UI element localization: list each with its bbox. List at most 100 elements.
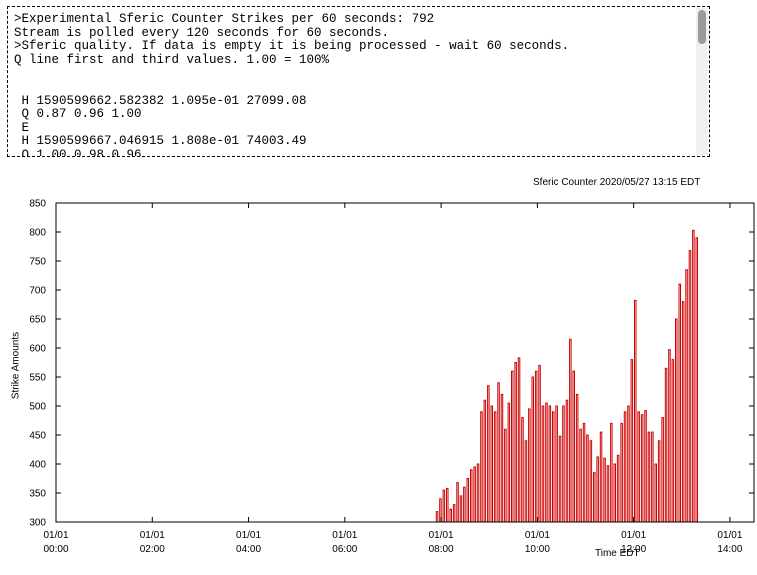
bar: [483, 399, 487, 523]
bar: [555, 405, 558, 523]
bar: [637, 411, 640, 523]
bar: [439, 498, 442, 523]
bar: [456, 482, 459, 523]
bar: [463, 486, 466, 523]
bar: [452, 504, 456, 523]
y-axis-label: Strike Amounts: [10, 331, 22, 400]
bar: [538, 364, 541, 523]
bar: [678, 283, 681, 523]
bar: [654, 463, 657, 523]
x-tick-label-time: 06:00: [332, 544, 357, 555]
bar: [596, 456, 599, 523]
x-tick-label-date: 01/01: [43, 530, 68, 541]
bar: [620, 422, 623, 523]
bar: [507, 402, 511, 523]
bar: [599, 431, 603, 523]
bar: [459, 495, 463, 523]
y-tick-label: 750: [29, 257, 46, 268]
bar: [511, 370, 514, 523]
bar: [528, 408, 531, 523]
x-axis-label: Time EDT: [595, 548, 640, 559]
x-tick-label-date: 01/01: [525, 530, 550, 541]
bar: [562, 405, 565, 523]
y-tick-label: 300: [29, 518, 46, 529]
y-tick-label: 850: [29, 199, 46, 210]
bar: [671, 359, 675, 523]
x-tick-label-time: 14:00: [717, 544, 742, 555]
bar: [644, 410, 647, 523]
bar: [524, 440, 528, 523]
bar: [558, 435, 562, 523]
bar: [493, 411, 497, 523]
bar: [586, 434, 589, 523]
x-tick-label-time: 08:00: [429, 544, 454, 555]
bar: [490, 405, 493, 523]
y-tick-label: 800: [29, 228, 46, 239]
bar: [651, 431, 654, 523]
bar: [504, 428, 507, 523]
bar: [531, 376, 534, 523]
y-tick-label: 500: [29, 402, 46, 413]
bar: [466, 478, 469, 523]
bar: [579, 428, 582, 523]
console-output-panel: >Experimental Sferic Counter Strikes per…: [7, 6, 710, 157]
y-tick-label: 450: [29, 431, 46, 442]
scrollbar-thumb[interactable]: [698, 10, 706, 44]
x-tick-label-date: 01/01: [140, 530, 165, 541]
bar: [521, 417, 524, 523]
bar: [688, 250, 692, 523]
x-tick-label-date: 01/01: [236, 530, 261, 541]
bar: [582, 422, 586, 523]
bar: [606, 465, 610, 523]
plot-frame: [55, 202, 755, 523]
bar: [664, 367, 668, 523]
x-tick-label-date: 01/01: [717, 530, 742, 541]
x-tick-label-time: 10:00: [525, 544, 550, 555]
bar: [565, 399, 569, 523]
bar: [640, 414, 644, 523]
x-tick-label-time: 00:00: [43, 544, 68, 555]
bar: [589, 440, 593, 523]
bar: [548, 405, 552, 523]
y-tick-label: 550: [29, 373, 46, 384]
bar: [473, 466, 476, 523]
console-line: Q 1.00 0.98 0.96: [14, 147, 142, 157]
bar: [695, 237, 698, 523]
bar: [647, 431, 651, 523]
x-tick-label-date: 01/01: [621, 530, 646, 541]
console-line: H 1590599667.046915 1.808e-01 74003.49: [14, 134, 307, 149]
console-text: >Experimental Sferic Counter Strikes per…: [14, 12, 691, 157]
console-line: Q line first and third values. 1.00 = 10…: [14, 52, 330, 67]
bar: [623, 411, 627, 523]
x-tick-label-date: 01/01: [332, 530, 357, 541]
y-tick-label: 400: [29, 460, 46, 471]
bar: [657, 440, 661, 523]
y-tick-label: 600: [29, 344, 46, 355]
bar: [541, 405, 545, 523]
bar: [616, 454, 620, 523]
chart-title: Sferic Counter 2020/05/27 13:15 EDT: [533, 177, 701, 188]
bar: [446, 487, 449, 523]
bar: [569, 338, 572, 523]
bar: [517, 357, 521, 523]
y-tick-label: 350: [29, 489, 46, 500]
bar: [613, 463, 616, 523]
console-scrollbar[interactable]: [696, 8, 708, 155]
bar: [514, 362, 517, 523]
bar: [449, 508, 452, 523]
console-line: Stream is polled every 120 seconds for 6…: [14, 25, 390, 40]
bar: [480, 411, 483, 523]
x-tick-label-time: 02:00: [140, 544, 165, 555]
y-tick-label: 700: [29, 286, 46, 297]
bar: [668, 349, 671, 523]
bar: [685, 269, 688, 523]
bar: [575, 393, 579, 523]
console-line: >Sferic quality. If data is empty it is …: [14, 39, 570, 54]
console-line: H 1590599662.582382 1.095e-01 27099.08: [14, 93, 307, 108]
bar: [476, 463, 480, 523]
bar: [545, 402, 548, 523]
console-line: E: [14, 120, 30, 135]
bar: [610, 422, 613, 523]
